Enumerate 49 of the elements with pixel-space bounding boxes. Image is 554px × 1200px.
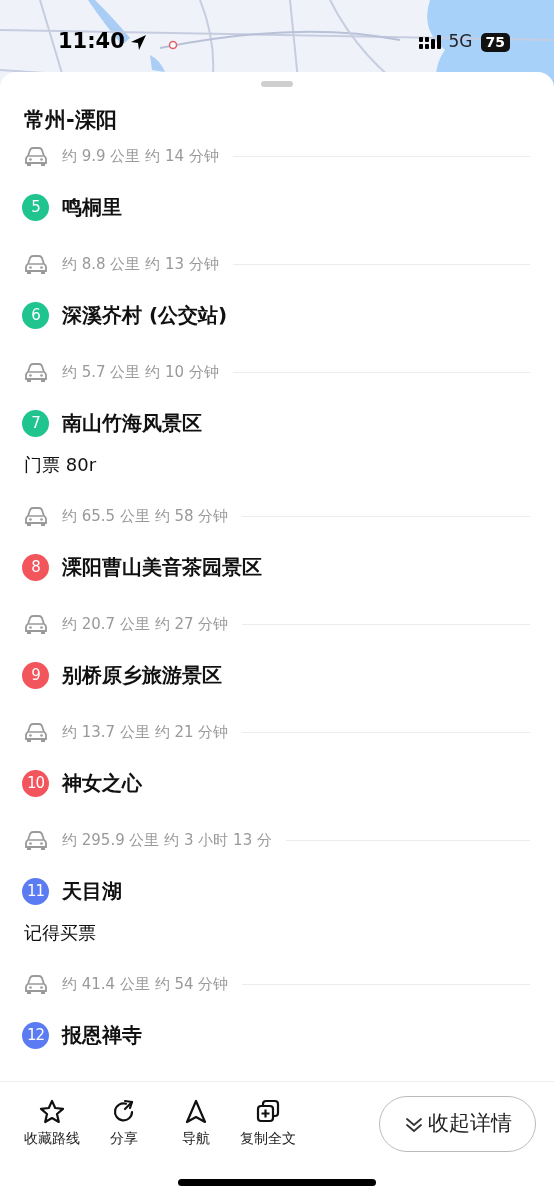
stop-name[interactable]: 神女之心	[62, 768, 142, 798]
stop-note: 记得买票	[24, 921, 97, 945]
toolbar-button[interactable]: 导航	[160, 1099, 232, 1149]
travel-info: 约 5.7 公里 约 10 分钟	[62, 361, 219, 383]
copy-icon	[255, 1099, 281, 1125]
travel-info: 约 65.5 公里 约 58 分钟	[62, 505, 229, 527]
stop-number-badge: 8	[22, 553, 49, 581]
travel-info: 约 8.8 公里 约 13 分钟	[62, 253, 219, 275]
travel-info: 约 9.9 公里 约 14 分钟	[62, 145, 219, 167]
collapse-button[interactable]: 收起详情	[379, 1096, 536, 1152]
stop-number-badge: 11	[22, 877, 49, 905]
car-icon	[24, 973, 48, 995]
star-icon	[39, 1099, 65, 1125]
stop-name[interactable]: 报恩禅寺	[62, 1020, 142, 1050]
stop-number-badge: 10	[22, 769, 49, 797]
navigation-arrow-icon	[183, 1099, 209, 1125]
stop-name[interactable]: 溧阳曹山美音茶园景区	[62, 552, 262, 582]
signal-icon	[418, 35, 441, 49]
car-icon	[24, 505, 48, 527]
car-icon	[24, 253, 48, 275]
drag-handle[interactable]	[261, 81, 293, 87]
stop-number-badge: 5	[22, 193, 49, 221]
car-icon	[24, 361, 48, 383]
stop-note: 门票 80r	[24, 453, 98, 477]
home-indicator[interactable]	[178, 1179, 376, 1186]
network-label: 5G	[448, 30, 473, 54]
toolbar-button[interactable]: 分享	[88, 1099, 160, 1149]
travel-info: 约 41.4 公里 约 54 分钟	[62, 973, 229, 995]
car-icon	[24, 829, 48, 851]
car-icon	[24, 613, 48, 635]
stop-name[interactable]: 深溪岕村 (公交站)	[62, 300, 228, 330]
stop-number-badge: 9	[22, 661, 49, 689]
stop-number-badge: 6	[22, 301, 49, 329]
route-title: 常州-溧阳	[24, 107, 118, 134]
toolbar-button[interactable]: 收藏路线	[16, 1099, 88, 1149]
car-icon	[24, 145, 48, 167]
double-chevron-down-icon	[403, 1115, 424, 1133]
stop-number-badge: 7	[22, 409, 49, 437]
stop-name[interactable]: 别桥原乡旅游景区	[62, 660, 222, 690]
car-icon	[24, 721, 48, 743]
stop-name[interactable]: 天目湖	[62, 876, 122, 906]
stop-name[interactable]: 南山竹海风景区	[62, 408, 202, 438]
travel-info: 约 295.9 公里 约 3 小时 13 分	[62, 829, 272, 851]
stop-number-badge: 12	[22, 1021, 49, 1049]
travel-info: 约 13.7 公里 约 21 分钟	[62, 721, 229, 743]
travel-info: 约 20.7 公里 约 27 分钟	[62, 613, 229, 635]
status-time: 11:40	[58, 28, 125, 56]
toolbar-button[interactable]: 复制全文	[232, 1099, 304, 1149]
stop-name[interactable]: 鸣桐里	[62, 192, 122, 222]
